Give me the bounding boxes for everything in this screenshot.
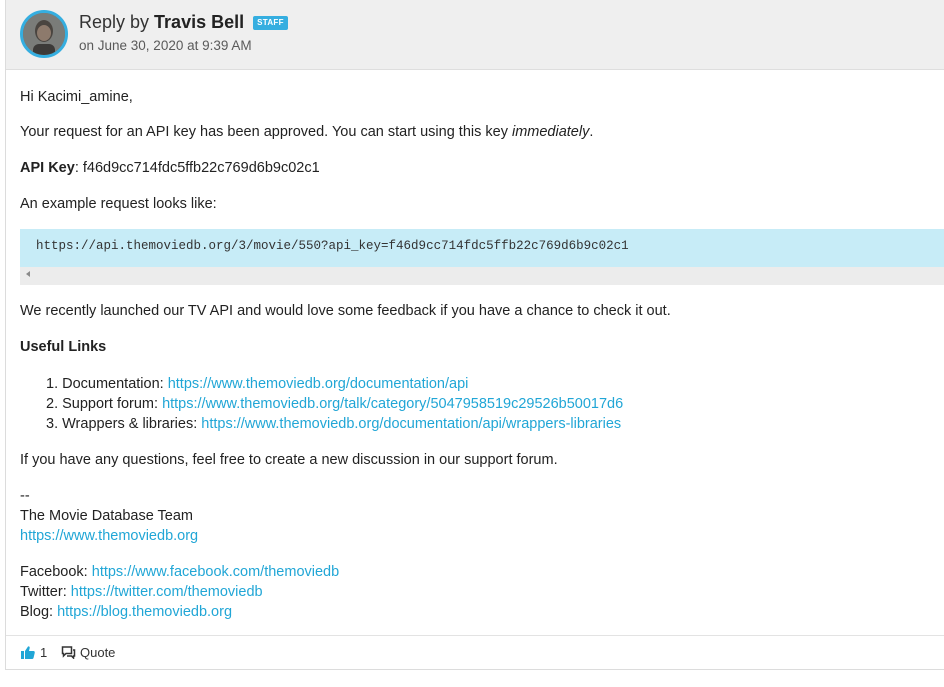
list-number: 3. xyxy=(46,416,59,432)
approval-text: Your request for an API key has been app… xyxy=(20,122,593,142)
code-block: https://api.themoviedb.org/3/movie/550?a… xyxy=(20,229,944,285)
approval-end: . xyxy=(589,124,594,140)
approval-text-main: Your request for an API key has been app… xyxy=(20,124,512,140)
tmdb-link[interactable]: https://www.themoviedb.org xyxy=(20,528,198,544)
link-label: Documentation: xyxy=(62,376,168,392)
signature-link-wrap: https://www.themoviedb.org xyxy=(20,526,198,546)
quote-label: Quote xyxy=(80,645,116,660)
quote-icon xyxy=(61,646,76,659)
twitter-line: Twitter: https://twitter.com/themoviedb xyxy=(20,582,263,602)
author-name[interactable]: Travis Bell xyxy=(154,12,244,32)
blog-line: Blog: https://blog.themoviedb.org xyxy=(20,602,232,622)
support-forum-link[interactable]: https://www.themoviedb.org/talk/category… xyxy=(162,396,623,412)
like-button[interactable]: 1 xyxy=(21,645,47,660)
thumbs-up-icon xyxy=(21,646,35,659)
tv-api-text: We recently launched our TV API and woul… xyxy=(20,303,671,319)
approval-emphasis: immediately xyxy=(511,124,590,140)
reply-prefix: Reply by xyxy=(79,12,150,32)
forum-post: Reply by Travis Bell STAFF on June 30, 2… xyxy=(5,0,944,670)
post-header: Reply by Travis Bell STAFF on June 30, 2… xyxy=(6,0,944,70)
blog-label: Blog: xyxy=(20,604,58,620)
like-count: 1 xyxy=(40,645,48,660)
example-request-code: https://api.themoviedb.org/3/movie/550?a… xyxy=(20,229,944,267)
facebook-label: Facebook: xyxy=(20,564,92,580)
avatar[interactable] xyxy=(20,10,68,58)
list-item: 1. Documentation: https://www.themoviedb… xyxy=(46,374,623,394)
staff-badge: STAFF xyxy=(253,16,288,30)
api-key-label: API Key xyxy=(20,160,75,176)
blog-link[interactable]: https://blog.themoviedb.org xyxy=(57,604,232,620)
link-label: Support forum: xyxy=(62,396,163,412)
twitter-label: Twitter: xyxy=(20,584,71,600)
link-label: Wrappers & libraries: xyxy=(62,416,202,432)
facebook-line: Facebook: https://www.facebook.com/themo… xyxy=(20,562,339,582)
useful-links-list: 1. Documentation: https://www.themoviedb… xyxy=(46,374,623,434)
post-date: on June 30, 2020 at 9:39 AM xyxy=(79,38,252,53)
example-intro: An example request looks like: xyxy=(20,196,217,212)
twitter-link[interactable]: https://twitter.com/themoviedb xyxy=(71,584,263,600)
questions-text: If you have any questions, feel free to … xyxy=(20,452,558,468)
documentation-link[interactable]: https://www.themoviedb.org/documentation… xyxy=(168,376,469,392)
signature-dashes: -- xyxy=(20,488,30,504)
api-key-value: f46d9cc714fdc5ffb22c769d6b9c02c1 xyxy=(78,160,320,176)
list-item: 2. Support forum: https://www.themoviedb… xyxy=(46,394,623,414)
list-number: 1. xyxy=(46,376,59,392)
api-key-line: API Key: f46d9cc714fdc5ffb22c769d6b9c02c… xyxy=(20,158,320,178)
code-scrollbar[interactable] xyxy=(20,267,944,285)
facebook-link[interactable]: https://www.facebook.com/themoviedb xyxy=(92,564,339,580)
quote-button[interactable]: Quote xyxy=(61,645,115,660)
wrappers-libraries-link[interactable]: https://www.themoviedb.org/documentation… xyxy=(201,416,621,432)
greeting: Hi Kacimi_amine, xyxy=(20,89,133,105)
scroll-left-icon[interactable] xyxy=(26,271,30,277)
post-footer: 1 Quote xyxy=(6,635,944,670)
signature-team: The Movie Database Team xyxy=(20,508,194,524)
list-item: 3. Wrappers & libraries: https://www.the… xyxy=(46,414,623,434)
list-number: 2. xyxy=(46,396,59,412)
reply-heading: Reply by Travis Bell STAFF xyxy=(79,12,288,33)
useful-links-heading: Useful Links xyxy=(20,339,107,355)
